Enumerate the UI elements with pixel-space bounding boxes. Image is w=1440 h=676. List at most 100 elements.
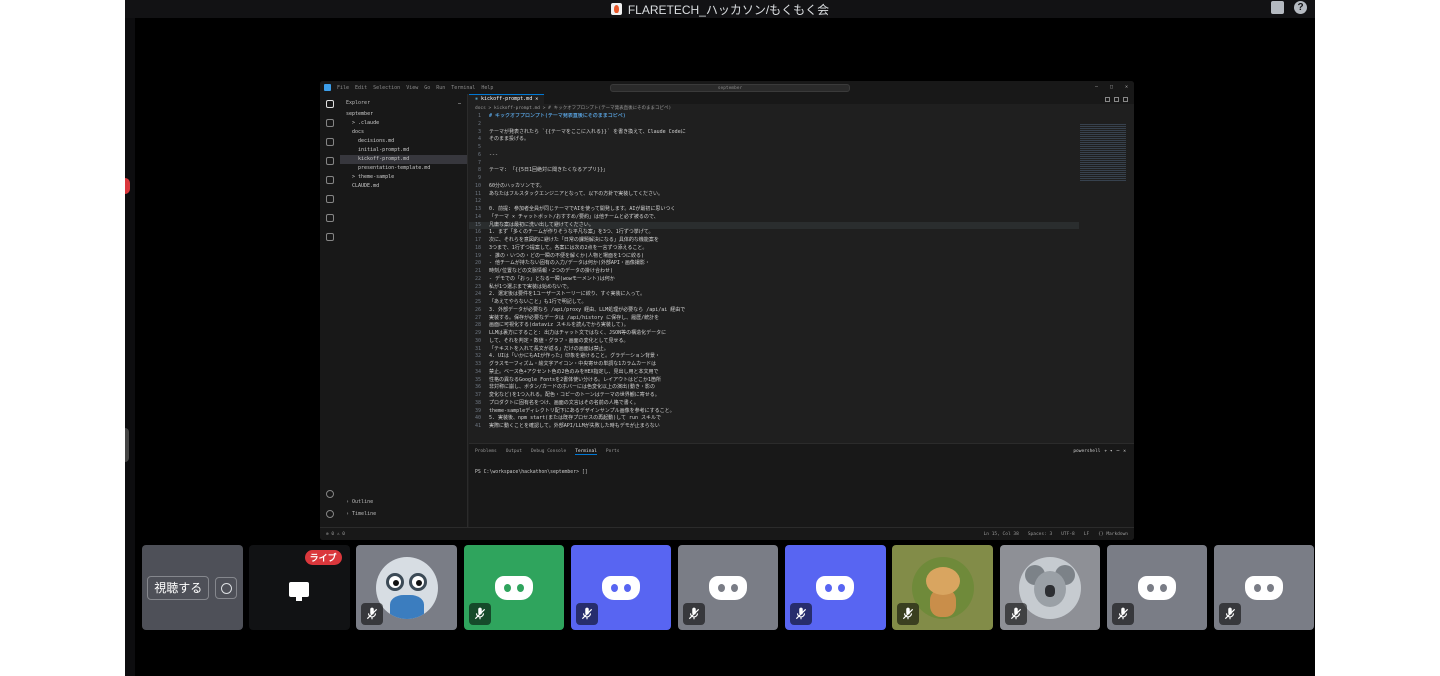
code-line[interactable]: 28 画面に可視化する(dataviz スキルを読んでから実装して)。	[469, 322, 1079, 330]
menu-item-help[interactable]: Help	[481, 85, 493, 91]
inbox-icon[interactable]	[1271, 1, 1284, 14]
panel-tab-terminal[interactable]: Terminal	[575, 449, 597, 455]
menu-item-go[interactable]: Go	[424, 85, 430, 91]
watch-button[interactable]: 視聴する	[147, 575, 210, 600]
close-icon[interactable]: ✕	[1125, 84, 1128, 90]
menu-item-selection[interactable]: Selection	[373, 85, 400, 91]
code-line[interactable]: 29 LLMは裏方にすること: 出力はチャット文ではなく、JSON等の構造化デー…	[469, 330, 1079, 338]
terminal-prompt[interactable]: PS C:\workspace\hackathon\september> []	[469, 460, 1134, 475]
menu-item-edit[interactable]: Edit	[355, 85, 367, 91]
code-line[interactable]: 8 テーマ: 「{{5日1回絶対に聞きたくなるアプリ}}」	[469, 167, 1079, 175]
minimap[interactable]	[1080, 124, 1126, 182]
split-icon[interactable]	[1114, 96, 1119, 102]
menu-item-run[interactable]: Run	[436, 85, 445, 91]
preview-icon[interactable]	[1105, 96, 1110, 102]
terminal-panel[interactable]: Problems Output Debug Console Terminal Ports…	[469, 443, 1134, 527]
participant-tile[interactable]	[1213, 545, 1315, 630]
participant-tile[interactable]	[785, 545, 886, 630]
code-line[interactable]: 38 プロダクトに固有名をつけ、画面の文言はその名前の人格で書く。	[469, 400, 1079, 408]
code-line[interactable]: 32 4. UIは「いかにもAIが作った」印象を避けること。グラデーション背景・	[469, 353, 1079, 361]
code-line[interactable]: 34 禁止。ベース色+アクセント色の2色のみをHEX指定し、見出し用と本文用で	[469, 369, 1079, 377]
outline-section[interactable]: › Outline	[346, 499, 373, 505]
participant-tile[interactable]	[570, 545, 672, 630]
powershell-label[interactable]: powershell	[1073, 449, 1100, 454]
help-icon[interactable]: ?	[1294, 1, 1307, 14]
code-line[interactable]: 21 時刻/位置などの文脈情報・2つのデータの掛け合わせ)	[469, 268, 1079, 276]
participant-tile[interactable]	[463, 545, 565, 630]
editor-area[interactable]: ▪ kickoff-prompt.md ✕ docs > kickoff-pro…	[469, 94, 1134, 442]
code-line[interactable]: 11 あなたはフルスタックエンジニアとなって、以下の方針で実装してください。	[469, 191, 1079, 199]
more-actions-icon[interactable]	[1123, 96, 1128, 102]
live-stream-tile[interactable]: ライブ	[249, 545, 350, 630]
code-line[interactable]: 16 1. まず「多くのチームが作りそうな平凡な案」を3つ、1行ずつ挙げて。	[469, 229, 1079, 237]
code-line[interactable]: 40 5. 実装後、npm start(または既存プロセスの再起動)して run …	[469, 415, 1079, 423]
code-line[interactable]: 36 非対称に崩し、ボタン/カードのホバーには色変化以上の演出(動き・影の	[469, 384, 1079, 392]
menu-item-terminal[interactable]: Terminal	[451, 85, 475, 91]
participant-tile[interactable]	[356, 545, 457, 630]
shared-screen[interactable]: File Edit Selection View Go Run Terminal Help s…	[320, 81, 1134, 540]
code-line[interactable]: 5	[469, 144, 1079, 152]
code-line[interactable]: 25 「あえてやらないこと」も1行で明記して。	[469, 299, 1079, 307]
code-line[interactable]: 2	[469, 121, 1079, 129]
code-line[interactable]: 13 0. 前提: 参加者全員が同じテーマでAIを使って開発します。AIが最初に思…	[469, 206, 1079, 214]
tree-item[interactable]: initial-prompt.md	[340, 146, 467, 155]
status-item[interactable]: Spaces: 3	[1028, 532, 1052, 537]
tree-item[interactable]: > .claude	[340, 119, 467, 128]
code-line[interactable]: 12	[469, 198, 1079, 206]
status-item[interactable]: UTF-8	[1061, 532, 1075, 537]
gear-extension-icon[interactable]	[326, 214, 334, 222]
code-line[interactable]: 1 # キックオフプロンプト(テーマ発表直後にそのままコピペ)	[469, 113, 1079, 121]
run-debug-icon[interactable]	[326, 157, 334, 165]
search-icon[interactable]	[326, 119, 334, 127]
status-item[interactable]: {} Markdown	[1098, 532, 1128, 537]
explorer-icon[interactable]	[326, 100, 334, 108]
participant-tile[interactable]	[892, 545, 993, 630]
code-line[interactable]: 33 グラスモーフィズム・絵文字アイコン・中央寄せの単調な1カラムカードは	[469, 361, 1079, 369]
code-line[interactable]: 37 変化など)を1つ入れる。配色・コピーのトーンはテーマの世界観に寄せる。	[469, 392, 1079, 400]
participant-tile[interactable]	[999, 545, 1100, 630]
tree-item[interactable]: kickoff-prompt.md	[340, 155, 467, 164]
code-line[interactable]: 20 - 他チームが持たない固有の入力/データは何か(外部API・画像撮影・	[469, 260, 1079, 268]
code-line[interactable]: 30 して、それを判定・数値・グラフ・画面の変化として見せる。	[469, 338, 1079, 346]
participant-tile[interactable]	[1106, 545, 1208, 630]
code-line[interactable]: 17 次に、それらを意図的に避けた「日常の課題解決になる」具体的な機能案を	[469, 237, 1079, 245]
more-icon[interactable]: …	[458, 100, 461, 106]
timeline-section[interactable]: › Timeline	[346, 511, 376, 517]
account-icon[interactable]	[326, 490, 334, 498]
settings-icon[interactable]	[326, 510, 334, 518]
status-item[interactable]: LF	[1084, 532, 1089, 537]
tree-item[interactable]: presentation-template.md	[340, 164, 467, 173]
panel-tab-ports[interactable]: Ports	[606, 449, 620, 455]
tree-item[interactable]: docs	[340, 128, 467, 137]
code-line[interactable]: 6 ---	[469, 152, 1079, 160]
code-line[interactable]: 14 「テーマ × チャットボット/おすすめ/要約」は他チームと必ず被るので、	[469, 214, 1079, 222]
status-item[interactable]: Ln 15, Col 38	[984, 532, 1019, 537]
tab-kickoff-prompt[interactable]: ▪ kickoff-prompt.md ✕	[469, 94, 545, 104]
panel-tab-problems[interactable]: Problems	[475, 449, 497, 455]
code-line[interactable]: 10 60分のハッカソンです。	[469, 183, 1079, 191]
code-line[interactable]: 18 3つまで、1行ずつ提案して。各案には次の2点を一言ずつ添えること。	[469, 245, 1079, 253]
code-line[interactable]: 22 - デモでの「おっ」となる一瞬(wowモーメント)は何か	[469, 276, 1079, 284]
code-line[interactable]: 41 実際に動くことを確認して。外部API/LLMが失敗した時もデモが止まらない	[469, 423, 1079, 431]
command-center[interactable]: september	[610, 84, 850, 92]
panel-tab-output[interactable]: Output	[506, 449, 522, 455]
panel-tab-debug-console[interactable]: Debug Console	[531, 449, 566, 455]
code-line[interactable]: 3 テーマが発表されたら `{{テーマをここに入れる}}` を書き換えて、Clau…	[469, 129, 1079, 137]
tree-item[interactable]: CLAUDE.md	[340, 182, 467, 191]
remote-icon[interactable]	[326, 176, 334, 184]
problems-status[interactable]: ⊗ 0 ⚠ 0	[326, 532, 345, 537]
tree-item[interactable]: september	[340, 110, 467, 119]
scroll-handle[interactable]	[125, 428, 129, 462]
minimize-icon[interactable]: —	[1095, 84, 1098, 90]
extensions-icon[interactable]	[326, 195, 334, 203]
menu-item-file[interactable]: File	[337, 85, 349, 91]
add-watch-icon[interactable]	[215, 576, 238, 599]
source-control-icon[interactable]	[326, 138, 334, 146]
code-line[interactable]: 24 2. 選定後は要件を1ユーザーストーリーに絞り、すぐ実装に入って。	[469, 291, 1079, 299]
code-line[interactable]: 9	[469, 175, 1079, 183]
package-icon[interactable]	[326, 233, 334, 241]
tree-item[interactable]: decisions.md	[340, 137, 467, 146]
menu-item-view[interactable]: View	[406, 85, 418, 91]
code-line[interactable]: 26 3. 外部データが必要なら /api/proxy 経由、LLM処理が必要なら…	[469, 307, 1079, 315]
participant-tile[interactable]	[677, 545, 779, 630]
